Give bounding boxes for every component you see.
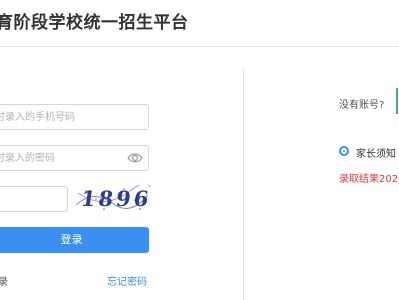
phone-input[interactable] (0, 105, 148, 130)
parent-notice-label: 家长须知 (356, 149, 396, 160)
vertical-divider (243, 68, 244, 300)
page-header: 育阶段学校统一招生平台 (0, 0, 399, 47)
radio-icon (339, 146, 349, 156)
captcha-image[interactable]: 1896 (74, 185, 154, 213)
captcha-input[interactable] (0, 187, 67, 212)
password-field[interactable] (0, 145, 149, 171)
password-input[interactable] (0, 146, 148, 171)
admission-result-link[interactable]: 录取结果2025 (339, 170, 399, 185)
no-account-label: 没有账号? (339, 100, 385, 111)
forgot-password-link[interactable]: 忘记密码 (107, 273, 147, 288)
login-button[interactable]: 登录 (0, 227, 149, 253)
eye-icon[interactable] (127, 151, 143, 165)
page-title: 育阶段学校统一招生平台 (0, 13, 189, 33)
phone-field[interactable] (0, 104, 149, 130)
captcha-text: 1896 (79, 186, 154, 211)
captcha-field[interactable] (0, 186, 68, 212)
register-link[interactable]: 录 (0, 273, 8, 288)
